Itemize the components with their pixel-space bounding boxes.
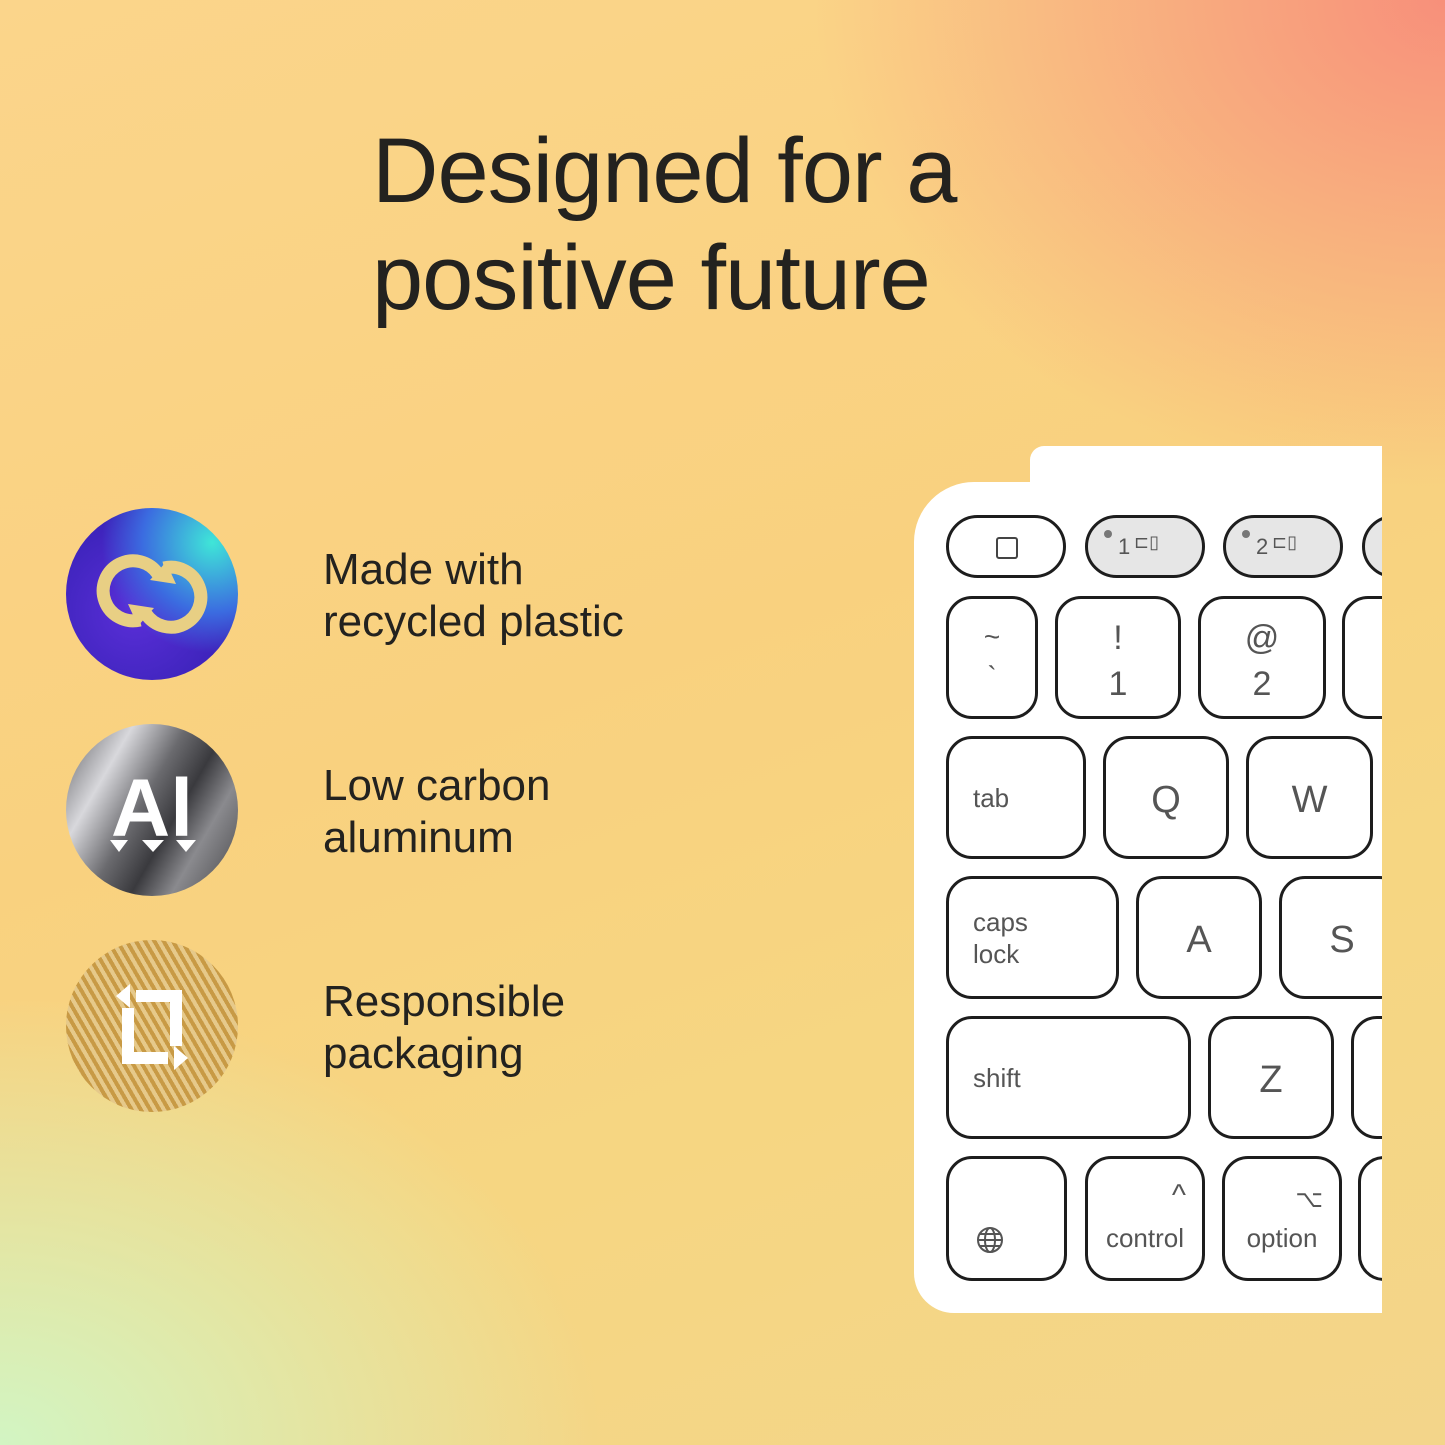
control-symbol: ^: [1171, 1179, 1186, 1212]
key-label: A: [1186, 919, 1212, 961]
option-symbol: ⌥: [1295, 1186, 1323, 1213]
key-x[interactable]: [1351, 1016, 1382, 1139]
key-label: lock: [973, 939, 1020, 969]
feature-text-line-1: Made with: [323, 545, 524, 594]
headline: Designed for a positive future: [372, 118, 957, 332]
feature-text-line-2: aluminum: [323, 813, 514, 862]
devices-icon: ⊏▯: [1272, 532, 1297, 552]
key-label: 1: [1108, 665, 1128, 703]
key-label: shift: [973, 1063, 1021, 1093]
key-command[interactable]: [1358, 1156, 1382, 1281]
headline-line-1: Designed for a: [372, 120, 957, 222]
key-1[interactable]: ! 1: [1055, 596, 1181, 719]
keyboard-top-edge: [1030, 446, 1382, 486]
key-option[interactable]: ⌥ option: [1222, 1156, 1342, 1281]
key-label: 2: [1256, 534, 1269, 559]
key-label: 1: [1118, 534, 1131, 559]
key-label: Q: [1151, 779, 1181, 821]
key-shift[interactable]: shift: [946, 1016, 1191, 1139]
keyboard: 1 ⊏▯ 2 ⊏▯ ~ ` ! 1 @ 2 tab Q W caps lock …: [914, 482, 1382, 1313]
key-backtick[interactable]: ~ `: [946, 596, 1038, 719]
key-w[interactable]: W: [1246, 736, 1373, 859]
key-label: `: [987, 661, 997, 692]
devices-icon: ⊏▯: [1134, 532, 1159, 552]
packaging-icon: [66, 940, 238, 1112]
globe-icon: [977, 1227, 1003, 1253]
key-q[interactable]: Q: [1103, 736, 1229, 859]
feature-text-line-1: Responsible: [323, 977, 566, 1026]
key-label: option: [1246, 1223, 1318, 1253]
square-icon: [996, 537, 1018, 559]
key-a[interactable]: A: [1136, 876, 1262, 999]
key-label: Z: [1259, 1059, 1283, 1101]
key-label: caps: [973, 907, 1028, 937]
feature-responsible-packaging: Responsible packaging: [66, 940, 706, 1112]
key-label: !: [1113, 619, 1123, 657]
key-s[interactable]: S: [1279, 876, 1382, 999]
headline-line-2: positive future: [372, 227, 931, 329]
recycle-icon: [66, 508, 238, 680]
key-label: ~: [983, 621, 1001, 652]
key-label: S: [1329, 919, 1355, 961]
key-caps-lock[interactable]: caps lock: [946, 876, 1119, 999]
aluminum-icon: Al: [66, 724, 238, 896]
key-label: tab: [973, 783, 1010, 813]
feature-text-line-1: Low carbon: [323, 761, 551, 810]
key-z[interactable]: Z: [1208, 1016, 1334, 1139]
feature-low-carbon-aluminum: Al Low carbon aluminum: [66, 724, 706, 896]
key-label: control: [1105, 1223, 1185, 1253]
feature-text-line-2: recycled plastic: [323, 597, 624, 646]
feature-text-line-2: packaging: [323, 1029, 524, 1078]
key-globe[interactable]: [946, 1156, 1067, 1281]
key-label: @: [1244, 619, 1280, 657]
key-easy-switch-1[interactable]: 1 ⊏▯: [1085, 515, 1205, 578]
key-easy-switch-2[interactable]: 2 ⊏▯: [1223, 515, 1343, 578]
key-control[interactable]: ^ control: [1085, 1156, 1205, 1281]
key-label: 2: [1252, 665, 1272, 703]
key-3[interactable]: [1342, 596, 1382, 719]
key-tab[interactable]: tab: [946, 736, 1086, 859]
feature-recycled-plastic: Made with recycled plastic: [66, 508, 706, 680]
key-easy-switch-3[interactable]: [1362, 515, 1382, 578]
key-escape[interactable]: [946, 515, 1066, 578]
key-2[interactable]: @ 2: [1198, 596, 1326, 719]
key-label: W: [1291, 779, 1328, 821]
